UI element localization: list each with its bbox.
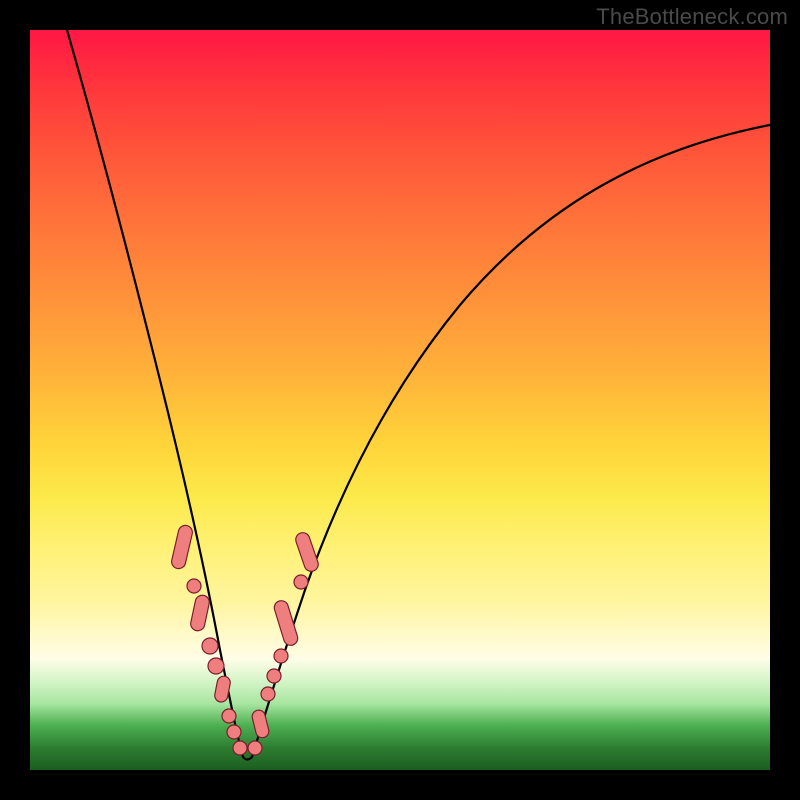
curve-right-branch	[252, 125, 770, 757]
marker-right-6	[273, 599, 300, 647]
plot-area	[30, 30, 770, 770]
marker-left-6	[214, 675, 232, 703]
marker-left-5	[208, 658, 224, 674]
chart-frame: TheBottleneck.com	[0, 0, 800, 800]
marker-right-3	[261, 687, 275, 701]
marker-left-1	[170, 524, 194, 570]
bottleneck-curve	[30, 30, 770, 770]
marker-right-5	[274, 649, 288, 663]
marker-right-7	[294, 575, 308, 589]
markers-group	[170, 524, 320, 755]
marker-left-8	[227, 725, 241, 739]
marker-right-8	[294, 531, 320, 573]
marker-left-3	[189, 594, 210, 632]
watermark-text: TheBottleneck.com	[596, 4, 788, 30]
marker-left-4	[202, 638, 218, 654]
marker-left-9	[233, 741, 247, 755]
marker-right-4	[267, 669, 281, 683]
marker-left-7	[222, 709, 236, 723]
marker-right-2	[251, 709, 270, 739]
marker-left-2	[187, 579, 201, 593]
marker-right-1	[248, 741, 262, 755]
curve-valley	[243, 757, 252, 760]
